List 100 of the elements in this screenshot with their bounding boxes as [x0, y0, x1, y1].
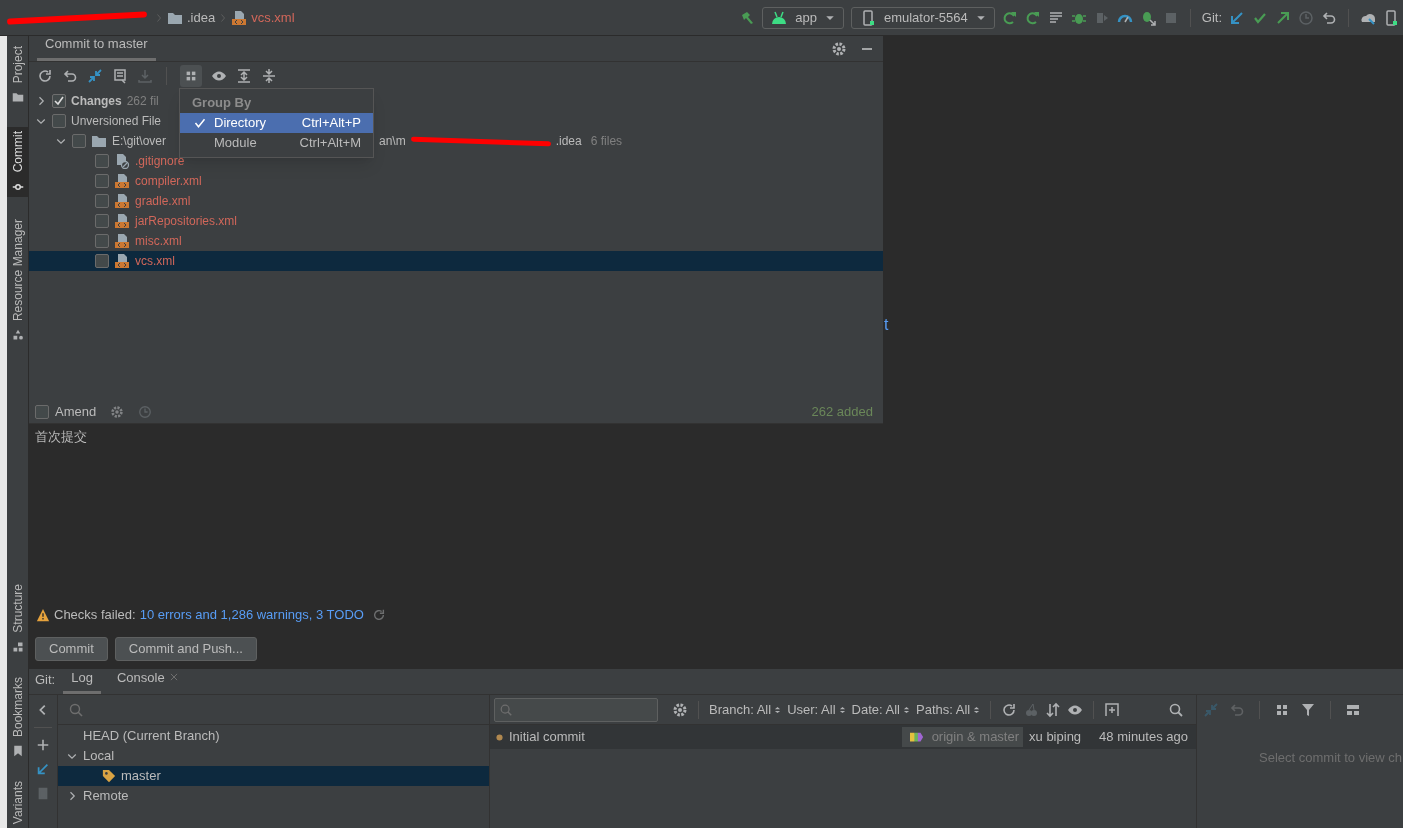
arrow-up-right-icon[interactable]: [1275, 9, 1291, 26]
ref-label: origin & master: [901, 727, 1024, 747]
device-dropdown[interactable]: emulator-5564: [850, 6, 995, 29]
commit-row[interactable]: Initial commit origin & master xu biping 48 minutes ago: [490, 725, 1196, 749]
hammer-icon[interactable]: [739, 9, 756, 26]
amend-label[interactable]: Amend: [55, 401, 97, 422]
checkbox[interactable]: [95, 214, 109, 228]
directory-path[interactable]: an\m: [379, 132, 406, 150]
breadcrumb-item[interactable]: vcs.xml: [251, 7, 295, 28]
file-row[interactable]: jarRepositories.xml: [29, 211, 883, 231]
filter-dropdown[interactable]: Date: All: [851, 699, 910, 720]
commit-button[interactable]: Commit: [35, 637, 108, 661]
checkbox[interactable]: [52, 114, 66, 128]
xml-file-icon: [114, 233, 130, 249]
file-name[interactable]: .gitignore: [135, 152, 185, 170]
side-tab[interactable]: Project: [7, 42, 28, 108]
commit-button[interactable]: Commit and Push...: [114, 637, 257, 661]
checkbox[interactable]: [35, 404, 49, 419]
file-row[interactable]: compiler.xml: [29, 171, 883, 191]
document-icon[interactable]: [112, 68, 128, 84]
rerun-icon[interactable]: [1001, 9, 1018, 26]
file-row[interactable]: vcs.xml: [29, 251, 883, 271]
folder-icon: [11, 91, 24, 104]
search-icon[interactable]: [1168, 701, 1184, 718]
search-icon: [499, 702, 513, 717]
layout-icon[interactable]: [1345, 702, 1361, 718]
tool-tab[interactable]: Log: [63, 667, 101, 694]
checkbox[interactable]: [95, 234, 109, 248]
phone-icon[interactable]: [1383, 9, 1399, 26]
branch-item[interactable]: Local: [83, 746, 115, 766]
filter-dropdown[interactable]: Branch: All: [709, 699, 782, 720]
close-icon[interactable]: [168, 672, 179, 683]
text-fragment: t: [884, 317, 890, 333]
checkbox[interactable]: [72, 134, 86, 148]
android-icon: [771, 9, 788, 26]
menu-item[interactable]: Module Ctrl+Alt+M: [180, 133, 373, 153]
refresh-icon[interactable]: [37, 68, 53, 84]
side-tab[interactable]: Bookmarks: [7, 672, 28, 761]
breadcrumb-item[interactable]: .idea: [187, 7, 216, 28]
apply-changes-icon[interactable]: [1024, 9, 1041, 26]
settings-icon[interactable]: [672, 701, 688, 718]
branch-item[interactable]: HEAD (Current Branch): [83, 726, 220, 746]
directory-path[interactable]: .idea: [555, 132, 582, 150]
updown-icon: [973, 704, 981, 715]
tool-tab[interactable]: Console: [108, 667, 187, 694]
updown-icon: [838, 704, 846, 715]
filter-dropdown[interactable]: Paths: All: [916, 699, 981, 720]
refresh-icon: [371, 608, 386, 622]
lines-icon[interactable]: [1047, 9, 1064, 26]
side-tab[interactable]: Variants: [7, 776, 28, 828]
menu-item[interactable]: Directory Ctrl+Alt+P: [180, 113, 373, 133]
group-by-button[interactable]: [180, 65, 202, 87]
file-name[interactable]: jarRepositories.xml: [135, 212, 238, 230]
settings-icon[interactable]: [831, 41, 847, 57]
undo-icon[interactable]: [1321, 9, 1337, 26]
arrow-down-left-icon[interactable]: [1229, 9, 1245, 26]
xml-file-icon: [114, 193, 130, 209]
expand-all-icon[interactable]: [236, 68, 252, 84]
tree-node-label[interactable]: Changes: [71, 92, 122, 110]
side-tab[interactable]: Commit: [7, 127, 28, 197]
file-name[interactable]: misc.xml: [135, 232, 182, 250]
file-row[interactable]: .gitignore: [29, 151, 883, 171]
grid-icon[interactable]: [1274, 702, 1290, 718]
add-tab-icon[interactable]: [1104, 701, 1121, 718]
file-name[interactable]: compiler.xml: [135, 172, 202, 190]
panel-tab[interactable]: Commit to master: [37, 33, 156, 61]
sort-arrows-icon[interactable]: [1045, 701, 1062, 718]
checkbox[interactable]: [95, 194, 109, 208]
file-row[interactable]: misc.xml: [29, 231, 883, 251]
arrow-down-left-icon[interactable]: [36, 762, 50, 776]
refresh-icon[interactable]: [1001, 701, 1018, 718]
checkbox[interactable]: [52, 94, 66, 108]
branch-item[interactable]: Remote: [83, 786, 129, 806]
commit-time: 48 minutes ago: [1099, 728, 1188, 747]
collapse-all-icon[interactable]: [261, 68, 277, 84]
run-config-dropdown[interactable]: app: [762, 6, 844, 29]
tree-node-label[interactable]: Unversioned File: [71, 112, 162, 130]
checkbox[interactable]: [95, 254, 109, 268]
rollback-icon[interactable]: [62, 68, 78, 84]
filter-icon[interactable]: [1300, 702, 1316, 718]
shapes-icon: [11, 328, 24, 341]
checks-link[interactable]: 10 errors and 1,286 warnings, 3 TODO: [139, 605, 364, 625]
updown-icon: [774, 704, 782, 715]
settings-icon[interactable]: [110, 404, 125, 419]
log-search-field[interactable]: [494, 697, 658, 722]
branch-item[interactable]: master: [58, 766, 489, 786]
file-row[interactable]: gradle.xml: [29, 191, 883, 211]
checkbox[interactable]: [95, 154, 109, 168]
commit-message-field[interactable]: 首次提交: [29, 424, 883, 600]
checkbox[interactable]: [95, 174, 109, 188]
file-name[interactable]: vcs.xml: [135, 252, 175, 270]
warning-icon: [36, 608, 50, 622]
file-name[interactable]: gradle.xml: [135, 192, 191, 210]
bookmark-icon: [11, 744, 24, 757]
plus-icon[interactable]: [36, 738, 50, 752]
side-tab[interactable]: Structure: [7, 580, 28, 657]
updown-icon: [903, 704, 910, 715]
filter-dropdown[interactable]: User: All: [787, 699, 846, 720]
side-tab[interactable]: Resource Manager: [7, 214, 28, 345]
diff-arrows-icon[interactable]: [87, 68, 103, 84]
